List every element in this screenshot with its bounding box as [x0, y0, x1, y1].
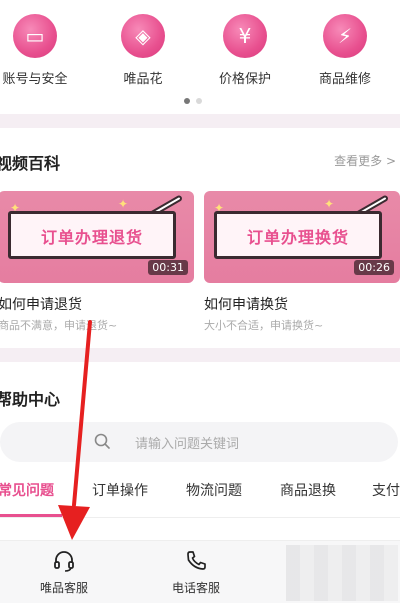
video-duration: 00:31 [148, 260, 188, 275]
tab-order-operations[interactable]: 订单操作 [92, 480, 148, 500]
quick-services: ▭ 账号与安全 ◈ 唯品花 ¥ 价格保护 ⚡ 商品维修 [0, 0, 400, 92]
blurred-area [286, 545, 398, 601]
video-title[interactable]: 如何申请换货 [204, 294, 288, 314]
carousel-dot [196, 98, 202, 104]
help-search-bar[interactable]: 请输入问题关键词 [0, 422, 398, 462]
wallet-icon: ▭ [13, 14, 57, 58]
video-section-title: 视频百科 [0, 154, 61, 173]
quick-service-label: 账号与安全 [2, 72, 68, 87]
help-tabs: 常见问题 订单操作 物流问题 商品退换 支付 [0, 480, 400, 506]
quick-service-price-protection[interactable]: ¥ 价格保护 [200, 0, 290, 87]
video-description: 大小不合适，申请换货~ [204, 319, 324, 332]
video-banner-text: 订单办理退货 [40, 228, 143, 247]
video-title[interactable]: 如何申请退货 [0, 294, 82, 314]
bottom-bar-label: 电话客服 [171, 581, 220, 595]
tab-logistics[interactable]: 物流问题 [186, 480, 242, 500]
tab-common-questions[interactable]: 常见问题 [0, 480, 54, 500]
bottom-bar: 唯品客服 电话客服 [0, 540, 400, 603]
annotation-arrow-head [58, 505, 90, 540]
bottom-bar-label: 唯品客服 [39, 581, 88, 595]
quick-service-account-security[interactable]: ▭ 账号与安全 [0, 0, 80, 87]
section-divider [0, 348, 400, 362]
quick-service-repair[interactable]: ⚡ 商品维修 [300, 0, 390, 87]
tab-returns-exchanges[interactable]: 商品退换 [280, 480, 336, 500]
vip-customer-service-button[interactable]: 唯品客服 [24, 549, 104, 596]
phone-customer-service-button[interactable]: 电话客服 [156, 549, 236, 596]
carousel-indicator [184, 98, 202, 104]
quick-service-label: 价格保护 [218, 72, 271, 87]
quick-service-label: 唯品花 [123, 72, 163, 87]
sparkle-icon: ✦ [118, 197, 129, 211]
video-card-exchange[interactable]: ✦ ✦ 订单办理换货 00:26 [204, 191, 400, 283]
video-banner-text: 订单办理换货 [246, 228, 349, 247]
video-thumbnail-board: 订单办理换货 [214, 211, 382, 259]
repair-icon: ⚡ [323, 14, 367, 58]
flower-icon: ◈ [121, 14, 165, 58]
tabs-divider [0, 517, 400, 518]
quick-service-vip-flower[interactable]: ◈ 唯品花 [98, 0, 188, 87]
headset-icon [54, 551, 74, 572]
see-more-link[interactable]: 查看更多 > [334, 152, 396, 169]
video-card-return[interactable]: ✦ ✦ 订单办理退货 00:31 [0, 191, 194, 283]
search-icon [94, 433, 110, 449]
phone-icon [187, 551, 206, 570]
sparkle-icon: ✦ [324, 197, 335, 211]
video-description: 商品不满意，申请退货~ [0, 319, 118, 332]
search-placeholder: 请输入问题关键词 [135, 437, 240, 452]
video-thumbnail-board: 订单办理退货 [8, 211, 176, 259]
video-duration: 00:26 [354, 260, 394, 275]
yen-shield-icon: ¥ [223, 14, 267, 58]
section-divider [0, 114, 400, 128]
help-center-title: 帮助中心 [0, 390, 61, 409]
tab-payment[interactable]: 支付 [372, 480, 400, 500]
carousel-dot-active [184, 98, 190, 104]
quick-service-label: 商品维修 [318, 72, 371, 87]
